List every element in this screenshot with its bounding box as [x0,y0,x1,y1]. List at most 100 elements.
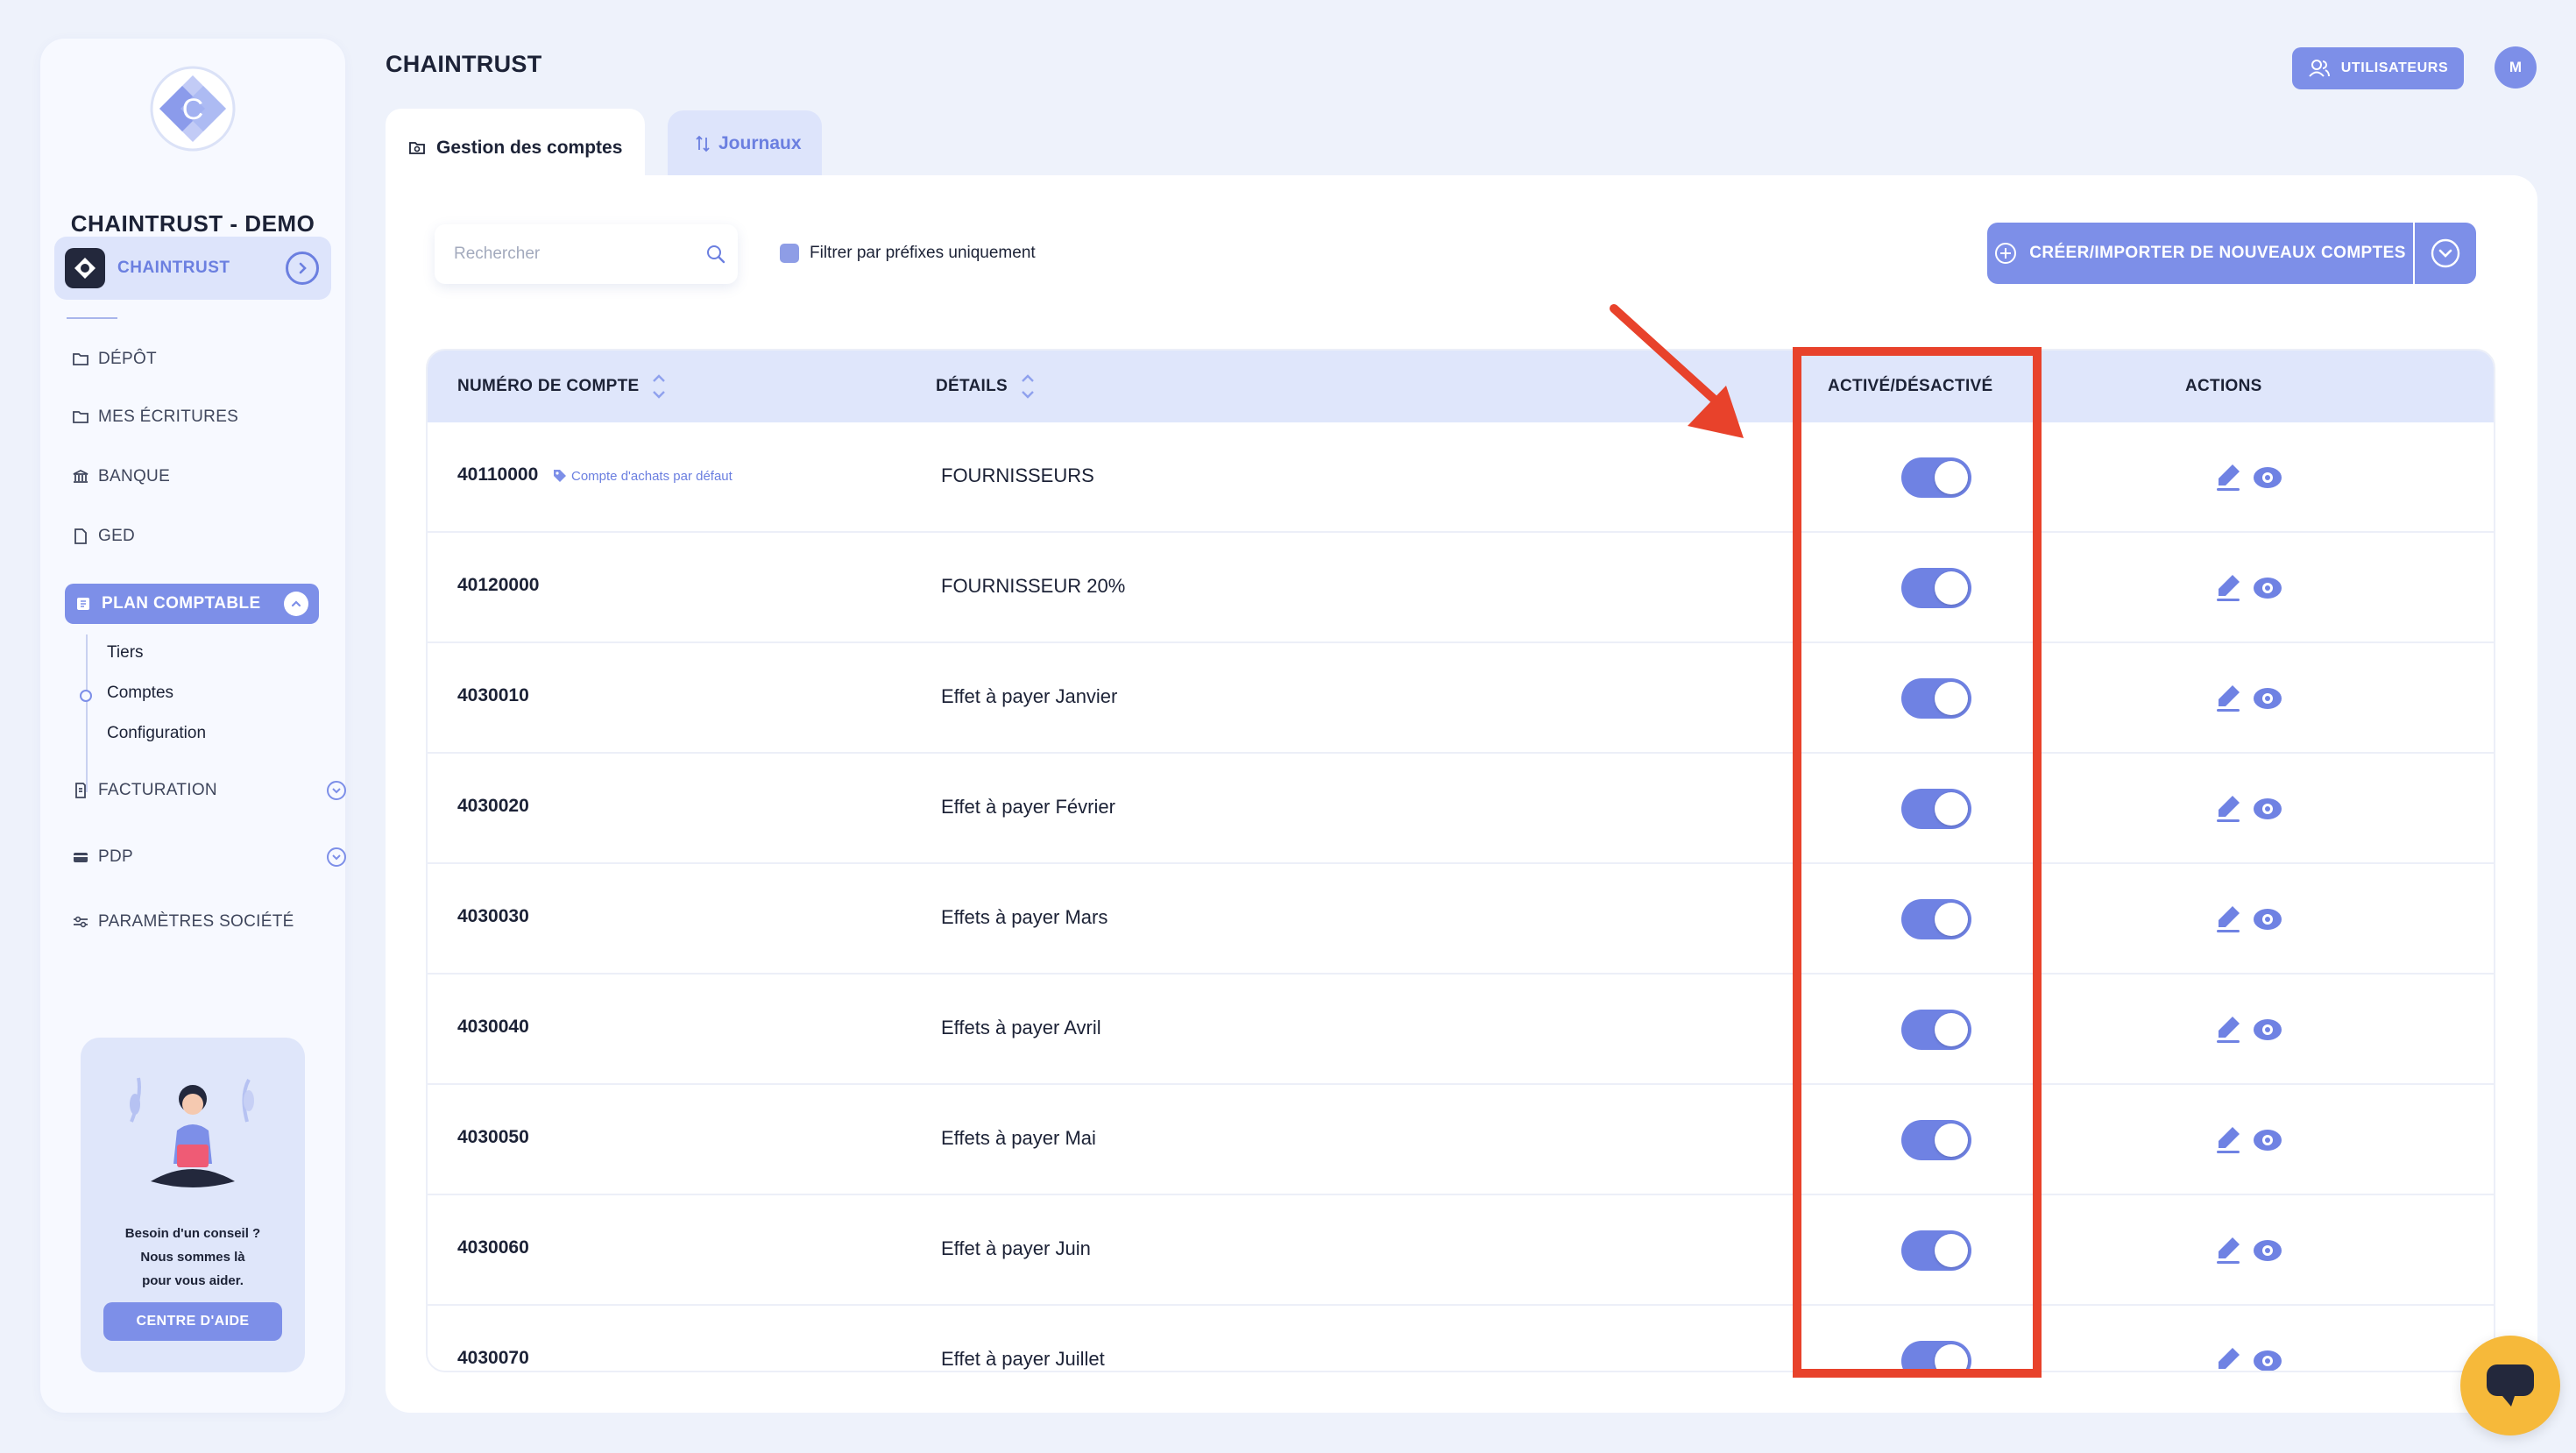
default-account-badge: Compte d'achats par défaut [552,468,732,484]
chevron-right-icon[interactable] [286,252,319,285]
chaintrust-logo-icon: C [150,66,236,152]
nav-item-pdp[interactable]: PDP [72,840,346,875]
chevron-down-icon [2431,238,2460,268]
toggle-knob [1935,1013,1968,1046]
active-toggle[interactable] [1901,1010,1971,1050]
active-toggle[interactable] [1901,899,1971,939]
edit-pencil-icon[interactable] [2215,794,2243,824]
column-header-actions: ACTIONS [2185,377,2262,395]
account-number: 4030050 [457,1127,529,1147]
toggle-knob [1935,1344,1968,1371]
ledger-icon [75,596,91,612]
edit-pencil-icon[interactable] [2215,463,2243,493]
view-eye-icon[interactable] [2252,1128,2283,1152]
active-toggle[interactable] [1901,678,1971,719]
sort-icon[interactable] [651,374,667,399]
edit-pencil-icon[interactable] [2215,684,2243,713]
page-title: CHAINTRUST [386,51,542,77]
view-eye-icon[interactable] [2252,1238,2283,1263]
main-panel: Filtrer par préfixes uniquement CRÉER/IM… [386,175,2537,1413]
table-row: 4030040 Effets à payer Avril [428,975,2494,1085]
toggle-knob [1935,682,1968,715]
search-icon[interactable] [706,245,725,264]
sub-item-tiers[interactable]: Tiers [107,643,144,663]
active-toggle[interactable] [1901,1230,1971,1271]
help-line: Besoin d'un conseil ? [124,1226,261,1241]
svg-text:C: C [182,93,204,126]
account-details: Effet à payer Janvier [941,685,1118,707]
toggle-knob [1935,461,1968,494]
create-dropdown-button[interactable] [2415,223,2476,284]
column-header-details: DÉTAILS [936,351,1036,422]
account-details: Effets à payer Mai [941,1127,1096,1149]
active-toggle[interactable] [1901,789,1971,829]
search-input[interactable] [454,245,690,264]
users-button-label: UTILISATEURS [2340,60,2449,75]
view-eye-icon[interactable] [2252,465,2283,490]
view-eye-icon[interactable] [2252,907,2283,932]
users-button[interactable]: UTILISATEURS [2292,47,2464,89]
active-toggle[interactable] [1901,1120,1971,1160]
edit-pencil-icon[interactable] [2215,1346,2243,1372]
table-row: 40120000 FOURNISSEUR 20% [428,533,2494,643]
nav-label: MES ÉCRITURES [98,408,239,426]
nav-item-banque[interactable]: BANQUE [72,459,170,494]
active-toggle[interactable] [1901,457,1971,498]
nav-label: PARAMÈTRES SOCIÉTÉ [98,912,294,931]
sub-item-comptes[interactable]: Comptes [107,684,173,703]
create-import-accounts-button[interactable]: CRÉER/IMPORTER DE NOUVEAUX COMPTES [1987,223,2413,284]
toggle-knob [1935,1234,1968,1267]
help-center-button[interactable]: CENTRE D'AIDE [103,1302,282,1341]
toggle-knob [1935,571,1968,605]
chevron-down-icon[interactable] [326,780,347,801]
edit-pencil-icon[interactable] [2215,573,2243,603]
chat-button[interactable] [2460,1336,2560,1435]
sub-item-configuration[interactable]: Configuration [107,724,206,743]
nav-item-plan-comptable[interactable]: PLAN COMPTABLE [65,584,319,624]
edit-pencil-icon[interactable] [2215,1015,2243,1045]
active-toggle[interactable] [1901,1341,1971,1371]
account-details: FOURNISSEUR 20% [941,575,1126,597]
nav-item-depot[interactable]: DÉPÔT [72,342,157,377]
edit-pencil-icon[interactable] [2215,1236,2243,1265]
badge-label: Compte d'achats par défaut [571,468,732,484]
nav-item-ged[interactable]: GED [72,519,135,554]
view-eye-icon[interactable] [2252,576,2283,600]
folder-icon [73,411,88,423]
subtree-line [86,634,88,792]
view-eye-icon[interactable] [2252,1349,2283,1372]
org-label: CHAINTRUST [117,259,230,277]
folder-icon [73,353,88,365]
help-line: Nous sommes là [140,1250,245,1265]
invoice-icon [75,783,86,798]
sort-icon[interactable] [1020,374,1036,399]
chevron-up-icon[interactable] [284,592,308,616]
view-eye-icon[interactable] [2252,1017,2283,1042]
chevron-down-icon[interactable] [326,847,347,868]
table-row: 40110000 Compte d'achats par défaut FOURNI… [428,422,2494,533]
tab-label: Journaux [718,133,802,153]
account-number: 4030030 [457,906,529,926]
account-number: 4030070 [457,1348,529,1368]
view-eye-icon[interactable] [2252,686,2283,711]
edit-pencil-icon[interactable] [2215,1125,2243,1155]
table-header: NUMÉRO DE COMPTE DÉTAILS ACTIVÉ/DÉSACTIV… [428,351,2494,422]
edit-pencil-icon[interactable] [2215,904,2243,934]
plus-circle-icon [1995,243,2017,264]
tab-journaux[interactable]: Journaux [668,110,822,177]
prefix-filter-label[interactable]: Filtrer par préfixes uniquement [810,244,1036,263]
prefix-filter-checkbox[interactable] [780,244,799,263]
view-eye-icon[interactable] [2252,797,2283,821]
account-number: 4030020 [457,796,529,816]
active-toggle[interactable] [1901,568,1971,608]
bank-icon [73,469,88,483]
nav-item-parametres-societe[interactable]: PARAMÈTRES SOCIÉTÉ [72,904,294,939]
woman-laptop-illustration-icon [130,1077,254,1187]
nav-label: DÉPÔT [98,350,157,368]
nav-item-facturation[interactable]: FACTURATION [72,773,346,808]
column-header-label: DÉTAILS [936,377,1008,395]
avatar[interactable]: M [2495,46,2537,89]
create-button-label: CRÉER/IMPORTER DE NOUVEAUX COMPTES [2029,244,2406,262]
nav-item-mes-ecritures[interactable]: MES ÉCRITURES [72,400,238,435]
org-selector[interactable]: CHAINTRUST [54,237,331,300]
